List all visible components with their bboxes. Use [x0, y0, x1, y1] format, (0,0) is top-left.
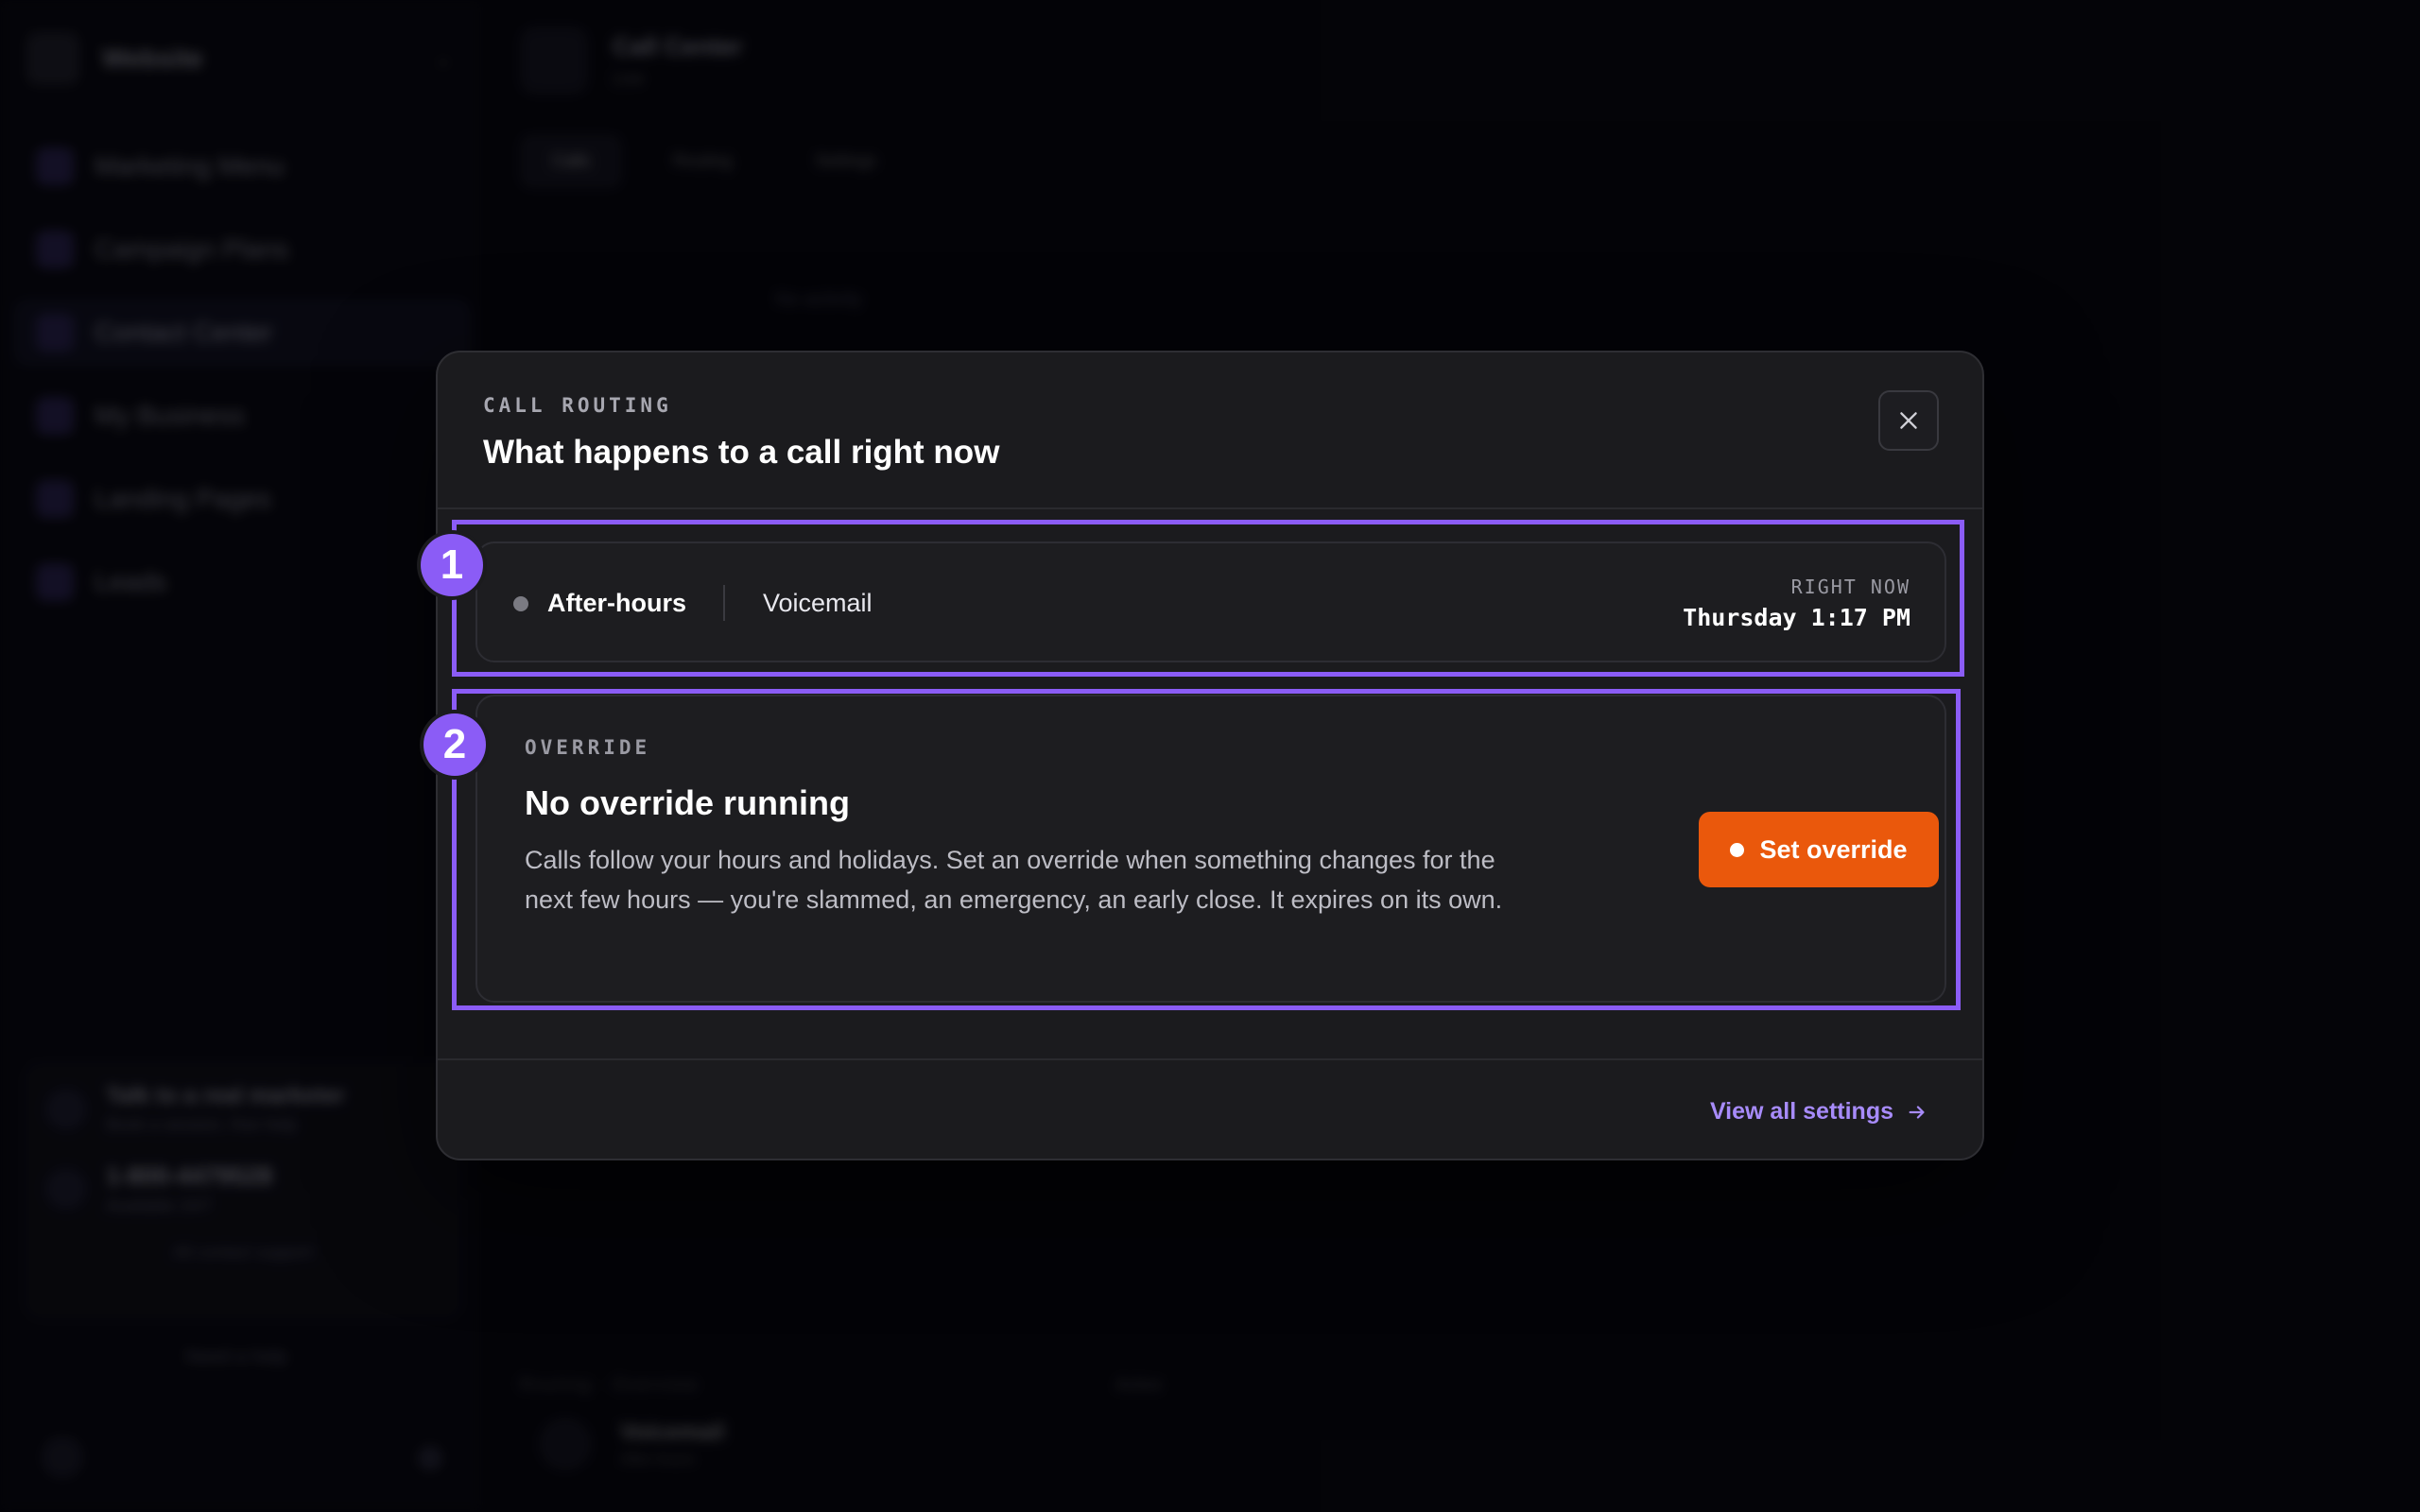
modal-footer: View all settings	[438, 1058, 1982, 1162]
close-icon	[1900, 412, 1917, 429]
view-all-settings-label: View all settings	[1709, 1098, 1893, 1125]
modal-eyebrow: CALL ROUTING	[483, 394, 672, 417]
highlight-frame-1	[452, 520, 1964, 677]
arrow-right-icon	[1909, 1105, 1925, 1119]
call-routing-modal: CALL ROUTING What happens to a call righ…	[421, 351, 1984, 1162]
close-button[interactable]	[1878, 390, 1939, 451]
modal-header: CALL ROUTING What happens to a call righ…	[438, 352, 1982, 509]
annotation-badge-2: 2	[424, 713, 486, 776]
annotation-badge-1: 1	[421, 534, 483, 596]
highlight-frame-2	[452, 689, 1961, 1010]
view-all-settings-link[interactable]: View all settings	[1710, 1098, 1927, 1125]
modal-title: What happens to a call right now	[483, 434, 1000, 471]
